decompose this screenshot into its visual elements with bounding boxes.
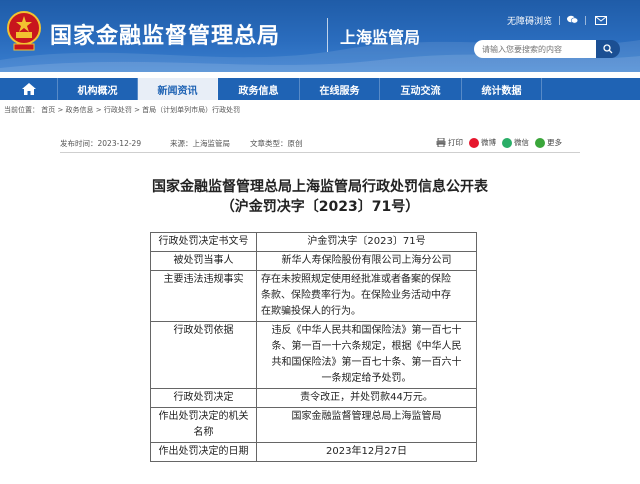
value-line: 存在未按照规定使用经批准或者备案的保险	[261, 274, 451, 285]
table-row: 行政处罚依据 违反《中华人民共和国保险法》第一百七十 条、第一百一十六条规定，根据《…	[150, 321, 477, 389]
table-row-label: 作出处罚决定的机关 名称	[150, 407, 257, 443]
table-row-value: 存在未按照规定使用经批准或者备案的保险 条款、保险费率行为。在保险业务活动中存 在欺…	[256, 270, 477, 322]
wechat-share-button[interactable]: 微信	[502, 137, 529, 148]
value-line: 国家金融监督管理总局上海监管局	[291, 411, 442, 422]
value-line: 一条规定给予处罚。	[321, 373, 412, 384]
value-line: 条、第一百一十六条规定，根据《中华人民	[271, 341, 462, 352]
label-line: 被处罚当事人	[173, 255, 234, 266]
nav-item-jigou[interactable]: 机构概况	[58, 78, 138, 100]
penalty-info-table: 行政处罚决定书文号 沪金罚决字〔2023〕71号被处罚当事人 新华人寿保险股份有限公…	[150, 232, 477, 462]
search-icon	[603, 44, 613, 54]
nav-item-interaction[interactable]: 互动交流	[380, 78, 462, 100]
document-title: 国家金融监督管理总局上海监管局行政处罚信息公开表	[152, 179, 488, 195]
value-line: 2023年12月27日	[326, 446, 407, 457]
national-emblem-icon	[7, 11, 41, 51]
site-header: 国家金融监督管理总局 上海监管局 无障碍浏览 | |	[0, 0, 640, 72]
value-line: 违反《中华人民共和国保险法》第一百七十	[271, 325, 462, 336]
home-icon	[21, 83, 36, 95]
table-row-value: 违反《中华人民共和国保险法》第一百七十 条、第一百一十六条规定，根据《中华人民 共和…	[256, 321, 477, 389]
label-line: 作出处罚决定的机关	[158, 411, 249, 422]
value-line: 责令改正，并处罚款44万元。	[300, 392, 433, 403]
meta-divider	[60, 152, 580, 153]
mail-icon[interactable]	[595, 16, 608, 25]
breadcrumb[interactable]: 当前位置： 首页 > 政务信息 > 行政处罚 > 首局（计划单列市局）行政处罚	[4, 105, 240, 115]
site-title: 国家金融监督管理总局	[50, 24, 281, 49]
more-share-button[interactable]: 更多	[535, 137, 562, 148]
search-button[interactable]	[596, 40, 620, 58]
top-links: 无障碍浏览 | |	[507, 14, 608, 27]
label-line: 行政处罚依据	[173, 325, 234, 336]
nav-item-online-service[interactable]: 在线服务	[300, 78, 380, 100]
top-link-separator: |	[584, 15, 588, 26]
table-row-value: 国家金融监督管理总局上海监管局	[256, 407, 477, 443]
value-line: 条款、保险费率行为。在保险业务活动中存	[261, 290, 451, 301]
wechat-share-icon	[502, 137, 512, 148]
table-row-value: 新华人寿保险股份有限公司上海分公司	[256, 251, 477, 271]
main-nav: 机构概况 新闻资讯 政务信息 在线服务 互动交流 统计数据	[0, 78, 640, 100]
table-row-label: 被处罚当事人	[150, 251, 257, 271]
label-line: 主要违法违规事实	[163, 274, 244, 285]
weibo-share-button[interactable]: 微博	[469, 137, 496, 148]
table-row-value: 责令改正，并处罚款44万元。	[256, 388, 477, 408]
nav-item-statistics[interactable]: 统计数据	[462, 78, 542, 100]
table-row-label: 主要违法违规事实	[150, 270, 257, 322]
table-row: 作出处罚决定的日期 2023年12月27日	[150, 442, 477, 462]
header-divider	[327, 18, 328, 52]
more-icon	[535, 137, 545, 148]
table-row-label: 行政处罚决定书文号	[150, 232, 257, 252]
article-type: 文章类型：原创	[250, 139, 303, 148]
table-row: 行政处罚决定书文号 沪金罚决字〔2023〕71号	[150, 232, 477, 252]
wechat-icon[interactable]	[567, 15, 579, 27]
value-line: 沪金罚决字〔2023〕71号	[307, 236, 426, 247]
table-row-value: 沪金罚决字〔2023〕71号	[256, 232, 477, 252]
value-line: 新华人寿保险股份有限公司上海分公司	[281, 255, 452, 266]
label-line: 作出处罚决定的日期	[158, 446, 249, 457]
table-row-label: 行政处罚决定	[150, 388, 257, 408]
value-line: 共和国保险法》第一百七十条、第一百六十	[271, 357, 462, 368]
label-line: 名称	[193, 427, 214, 438]
table-row: 行政处罚决定 责令改正，并处罚款44万元。	[150, 388, 477, 408]
share-toolbar: 打印 微博 微信 更多	[436, 137, 568, 148]
table-row-value: 2023年12月27日	[256, 442, 477, 462]
search-input[interactable]	[474, 40, 596, 58]
print-icon	[436, 138, 446, 147]
table-row-label: 行政处罚依据	[150, 321, 257, 389]
nav-item-gov-info[interactable]: 政务信息	[218, 78, 300, 100]
table-row: 作出处罚决定的机关 名称 国家金融监督管理总局上海监管局	[150, 407, 477, 443]
site-subtitle: 上海监管局	[340, 28, 421, 47]
table-row-label: 作出处罚决定的日期	[150, 442, 257, 462]
nav-home[interactable]	[0, 78, 58, 100]
value-line: 在欺骗投保人的行为。	[261, 306, 361, 317]
table-row: 被处罚当事人 新华人寿保险股份有限公司上海分公司	[150, 251, 477, 271]
label-line: 行政处罚决定	[173, 392, 234, 403]
print-button[interactable]: 打印	[436, 137, 463, 148]
accessible-browsing-link[interactable]: 无障碍浏览	[507, 14, 552, 27]
nav-item-news[interactable]: 新闻资讯	[138, 78, 218, 100]
article-source: 来源：上海监管局	[170, 139, 230, 148]
top-link-separator: |	[558, 15, 562, 26]
publish-time: 发布时间：2023-12-29	[60, 139, 142, 148]
weibo-icon	[469, 137, 479, 148]
label-line: 行政处罚决定书文号	[158, 236, 249, 247]
document-number: （沪金罚决字〔2023〕71号）	[220, 199, 420, 215]
table-row: 主要违法违规事实 存在未按照规定使用经批准或者备案的保险 条款、保险费率行为。在保险…	[150, 270, 477, 322]
